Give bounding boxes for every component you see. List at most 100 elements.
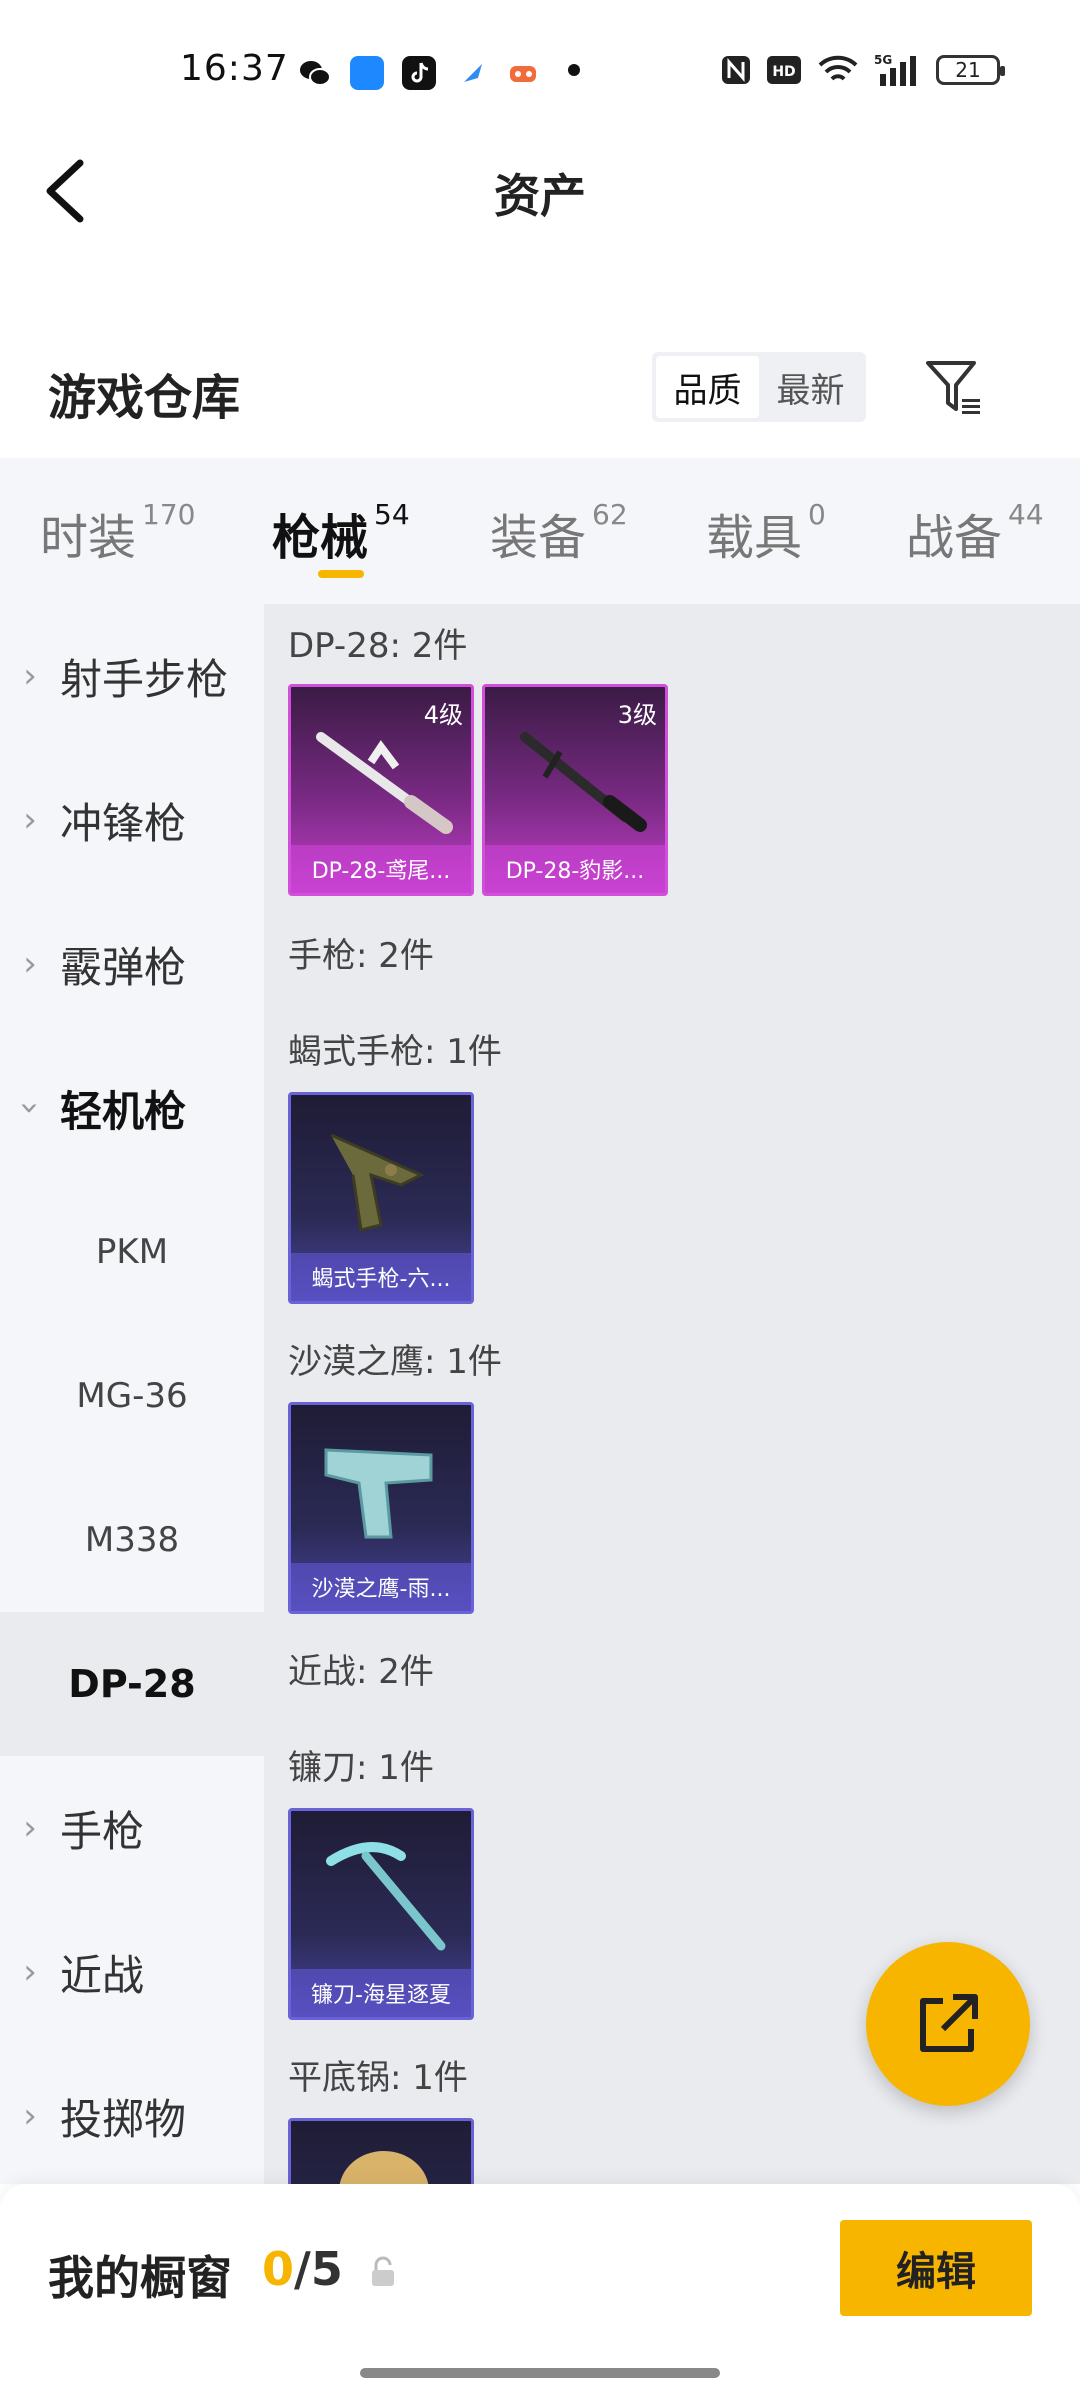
showcase-current: 0 (262, 2242, 295, 2296)
more-notifications-dot (568, 64, 580, 76)
sidebar-item-label: 近战 (60, 1950, 145, 2000)
tab-equipment[interactable]: 装备 62 (490, 498, 628, 568)
warehouse-title: 游戏仓库 (48, 370, 241, 426)
item-card[interactable]: 沙漠之鹰-雨... (288, 1402, 474, 1614)
showcase-bar: 我的橱窗 0/5 编辑 (0, 2184, 1080, 2400)
tab-vehicles[interactable]: 载具 0 (706, 498, 826, 568)
sidebar-item-label: 射手步枪 (60, 654, 229, 704)
sidebar-item-label: 投掷物 (60, 2094, 187, 2144)
sickle-skin-icon (326, 1842, 446, 1951)
tab-label: 时装 (40, 510, 137, 566)
sort-quality-button[interactable]: 品质 (656, 356, 759, 418)
tab-count: 170 (142, 498, 196, 531)
sidebar-item-label: M338 (84, 1520, 180, 1560)
section-heading: 沙漠之鹰: 1件 (288, 1342, 502, 1382)
status-bar: 16:37 HD 5G 21 (0, 0, 1080, 140)
pan-skin-icon (339, 2151, 429, 2184)
chevron-right-icon: › (23, 800, 37, 840)
battery-icon: 21 (936, 55, 1005, 85)
pistol-skin-icon (330, 1133, 425, 1232)
sidebar-subitem-dp28[interactable]: DP-28 (0, 1612, 264, 1756)
tab-label: 装备 (490, 510, 587, 566)
sidebar-item-label: DP-28 (68, 1662, 196, 1706)
sidebar-item-label: MG-36 (76, 1376, 188, 1416)
sidebar-subitem-mg36[interactable]: MG-36 (0, 1324, 264, 1468)
section-heading: 蝎式手枪: 1件 (288, 1032, 502, 1072)
tab-firearms[interactable]: 枪械 54 (272, 498, 410, 568)
sidebar-item-label: PKM (95, 1232, 169, 1272)
section-heading: 平底锅: 1件 (288, 2058, 468, 2098)
chevron-right-icon: › (23, 1808, 37, 1848)
sidebar-item-shotgun[interactable]: › 霰弹枪 (0, 892, 264, 1036)
tab-label: 枪械 (272, 510, 369, 566)
category-tabs: 时装 170 枪械 54 装备 62 载具 0 战备 44 (0, 458, 1080, 604)
tab-supplies[interactable]: 战备 44 (906, 498, 1044, 568)
cellular-signal-icon: 5G (874, 53, 916, 86)
item-name: 沙漠之鹰-雨... (291, 1563, 471, 1611)
tab-count: 44 (1008, 498, 1044, 531)
pistol-skin-icon (324, 1448, 433, 1539)
lmg-skin-icon (316, 732, 453, 834)
item-card[interactable]: 蝎式手枪-六... (288, 1092, 474, 1304)
section-heading: 手枪: 2件 (288, 936, 434, 976)
filter-button[interactable] (922, 355, 986, 419)
section-heading: 近战: 2件 (288, 1652, 434, 1692)
item-card[interactable]: 4级 DP-28-鸢尾... (288, 684, 474, 896)
sidebar-item-melee[interactable]: › 近战 (0, 1900, 264, 2044)
wifi-icon (818, 55, 858, 81)
sidebar-item-label: 霰弹枪 (60, 942, 187, 992)
status-time: 16:37 (180, 48, 289, 89)
tab-count: 0 (808, 498, 826, 531)
svg-text:HD: HD (772, 64, 795, 80)
tab-count: 62 (592, 498, 628, 531)
external-link-icon (920, 1994, 978, 2052)
sort-segmented-control: 品质 最新 (652, 352, 866, 422)
tab-label: 战备 (906, 510, 1003, 566)
showcase-label: 我的橱窗 (48, 2251, 232, 2305)
sidebar-subitem-pkm[interactable]: PKM (0, 1180, 264, 1324)
share-fab-button[interactable] (866, 1942, 1030, 2106)
tab-count: 54 (374, 498, 410, 531)
sort-newest-button[interactable]: 最新 (759, 356, 862, 418)
sidebar-item-throwables[interactable]: › 投掷物 (0, 2044, 264, 2188)
showcase-count: 0/5 (262, 2242, 343, 2296)
chevron-down-icon: › (10, 1101, 50, 1115)
chevron-right-icon: › (23, 2096, 37, 2136)
nfc-icon (722, 56, 750, 84)
sidebar-item-label: 冲锋枪 (60, 798, 187, 848)
category-sidebar: › 射手步枪 › 冲锋枪 › 霰弹枪 › 轻机枪 PKM MG-36 M338 … (0, 604, 264, 2184)
lock-icon (372, 2256, 394, 2286)
wechat-icon (298, 56, 332, 90)
section-heading: 镰刀: 1件 (288, 1748, 434, 1788)
app-blue-icon (350, 56, 384, 90)
svg-text:5G: 5G (874, 53, 892, 67)
tiktok-icon (402, 56, 436, 90)
feather-app-icon (456, 56, 490, 90)
sidebar-item-label: 轻机枪 (60, 1086, 187, 1136)
system-icons: HD 5G 21 (720, 52, 1005, 88)
home-indicator[interactable] (360, 2368, 720, 2378)
sidebar-item-pistol[interactable]: › 手枪 (0, 1756, 264, 1900)
active-tab-indicator (318, 570, 364, 578)
page-title: 资产 (494, 169, 586, 223)
edit-button[interactable]: 编辑 (840, 2220, 1032, 2316)
item-name: 蝎式手枪-六... (291, 1253, 471, 1301)
sidebar-item-marksman-rifle[interactable]: › 射手步枪 (0, 604, 264, 748)
sidebar-subitem-m338[interactable]: M338 (0, 1468, 264, 1612)
tab-fashion[interactable]: 时装 170 (40, 498, 195, 568)
sidebar-item-lmg[interactable]: › 轻机枪 (0, 1036, 264, 1180)
lmg-skin-icon (520, 732, 647, 832)
filter-icon (926, 361, 980, 414)
sidebar-item-smg[interactable]: › 冲锋枪 (0, 748, 264, 892)
item-name: DP-28-鸢尾... (291, 845, 471, 893)
item-card[interactable]: 镰刀-海星逐夏 (288, 1808, 474, 2020)
item-card[interactable] (288, 2118, 474, 2184)
item-card[interactable]: 3级 DP-28-豹影... (482, 684, 668, 896)
item-name: DP-28-豹影... (485, 845, 665, 893)
chevron-right-icon: › (23, 1952, 37, 1992)
hd-icon: HD (767, 56, 801, 84)
chevron-right-icon: › (23, 944, 37, 984)
chevron-right-icon: › (23, 656, 37, 696)
item-name: 镰刀-海星逐夏 (291, 1969, 471, 2017)
tab-label: 载具 (706, 510, 803, 566)
